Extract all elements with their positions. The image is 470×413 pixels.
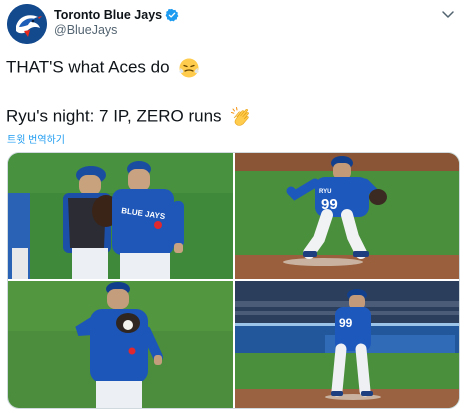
- tweet-text-1: THAT'S what Aces do: [6, 57, 170, 77]
- chevron-down-icon[interactable]: [440, 6, 456, 22]
- svg-text:99: 99: [339, 316, 353, 330]
- verified-badge-icon: [165, 8, 179, 22]
- handle[interactable]: @BlueJays: [54, 23, 117, 37]
- media-grid: BLUE JAYS RYU 99 99: [7, 152, 460, 409]
- translate-tweet-link[interactable]: 트윗 번역하기: [7, 131, 65, 146]
- tweet: Toronto Blue Jays @BlueJays THAT'S what …: [0, 0, 470, 413]
- tweet-text-line-1: THAT'S what Aces do: [6, 57, 200, 79]
- display-name[interactable]: Toronto Blue Jays: [54, 8, 162, 22]
- photo-4[interactable]: 99: [235, 281, 459, 408]
- photo-1[interactable]: BLUE JAYS: [8, 153, 233, 279]
- face-with-steam-emoji-icon: [179, 58, 200, 78]
- photo-2[interactable]: RYU 99: [235, 153, 459, 279]
- svg-text:RYU: RYU: [319, 189, 331, 195]
- blue-jays-logo-icon: [7, 4, 47, 44]
- tweet-text-line-2: Ryu's night: 7 IP, ZERO runs: [6, 105, 254, 129]
- name-row: Toronto Blue Jays: [54, 7, 179, 23]
- photo-3[interactable]: [8, 281, 233, 408]
- avatar[interactable]: [7, 4, 47, 44]
- tweet-text-2: Ryu's night: 7 IP, ZERO runs: [6, 106, 222, 126]
- clapping-hands-emoji-icon: [231, 107, 250, 126]
